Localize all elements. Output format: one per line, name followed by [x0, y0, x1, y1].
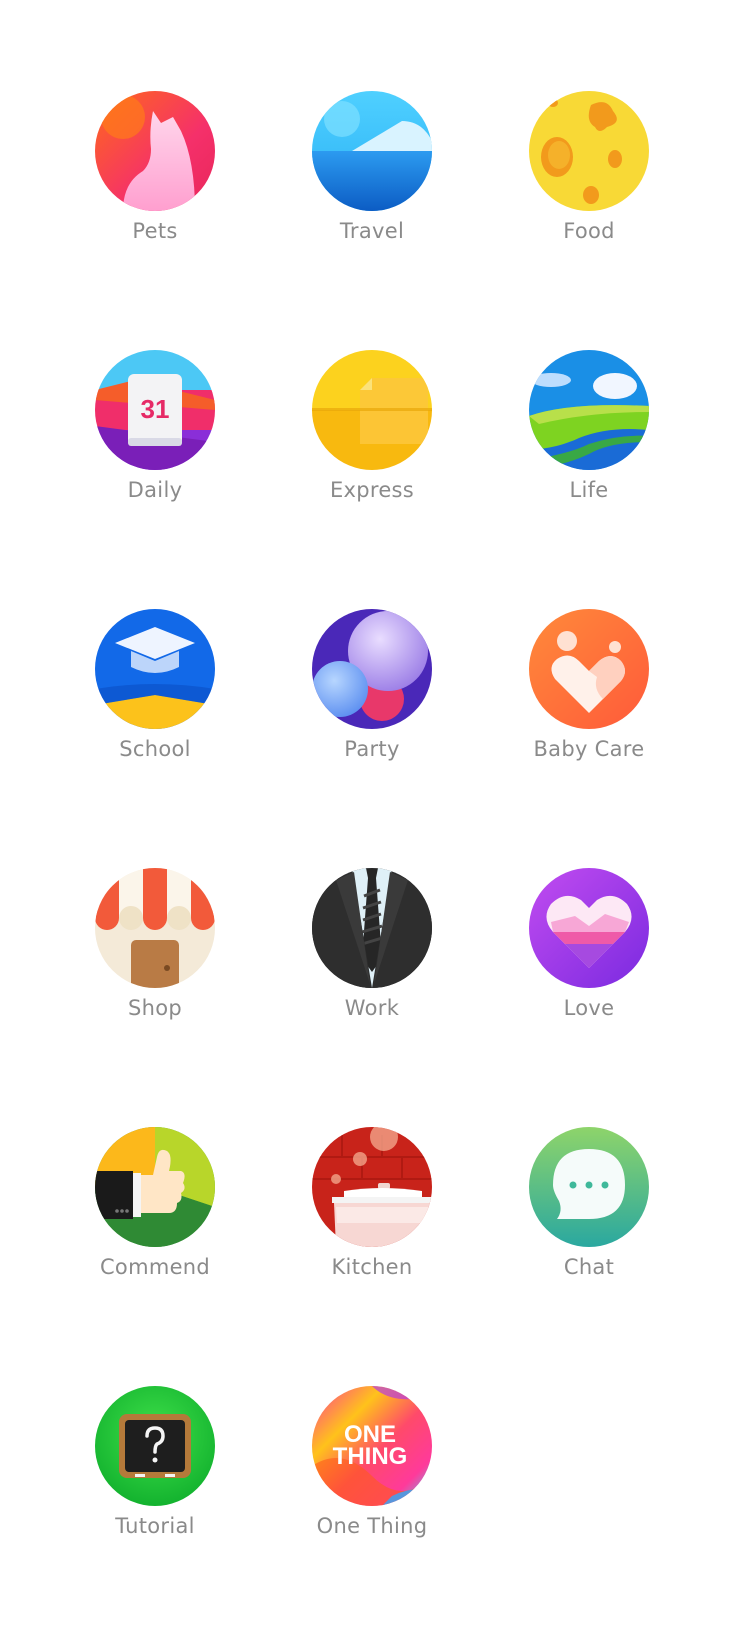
category-label: Baby Care — [533, 737, 645, 761]
one-thing-logo-line2: THING — [333, 1443, 408, 1470]
category-tile-travel[interactable]: Travel — [272, 91, 472, 291]
ocean-icon — [312, 91, 432, 211]
one-thing-logo-icon: ONE THING — [312, 1386, 432, 1506]
thumbs-up-icon — [95, 1127, 215, 1247]
category-label: Express — [329, 478, 415, 502]
category-label: Kitchen — [331, 1255, 413, 1279]
category-label: Chat — [563, 1255, 615, 1279]
graduation-cap-icon — [95, 609, 215, 729]
package-icon — [312, 350, 432, 470]
category-tile-express[interactable]: Express — [272, 350, 472, 550]
category-tile-school[interactable]: School — [55, 609, 255, 809]
category-tile-work[interactable]: Work — [272, 868, 472, 1068]
category-tile-commend[interactable]: Commend — [55, 1127, 255, 1327]
storefront-icon — [95, 868, 215, 988]
calendar-date-text: 31 — [141, 394, 170, 424]
landscape-icon — [529, 350, 649, 470]
category-tile-chat[interactable]: Chat — [489, 1127, 689, 1327]
category-label: Pets — [132, 219, 178, 243]
category-label: Tutorial — [115, 1514, 195, 1538]
category-grid: Pets Travel Food 31 Daily Express Life S… — [0, 0, 744, 1644]
cat-icon — [95, 91, 215, 211]
category-label: One Thing — [316, 1514, 428, 1538]
category-tile-love[interactable]: Love — [489, 868, 689, 1068]
category-tile-life[interactable]: Life — [489, 350, 689, 550]
cheese-icon — [529, 91, 649, 211]
category-label: School — [119, 737, 191, 761]
suit-tie-icon — [312, 868, 432, 988]
category-label: Commend — [99, 1255, 211, 1279]
category-tile-daily[interactable]: 31 Daily — [55, 350, 255, 550]
heart-icon — [529, 868, 649, 988]
category-tile-one-thing[interactable]: ONE THING One Thing — [272, 1386, 472, 1586]
category-tile-kitchen[interactable]: Kitchen — [272, 1127, 472, 1327]
category-label: Party — [344, 737, 400, 761]
chat-bubble-icon — [529, 1127, 649, 1247]
blackboard-question-icon — [95, 1386, 215, 1506]
balloons-icon — [312, 609, 432, 729]
category-tile-baby-care[interactable]: Baby Care — [489, 609, 689, 809]
category-label: Travel — [339, 219, 405, 243]
pot-icon — [312, 1127, 432, 1247]
category-tile-party[interactable]: Party — [272, 609, 472, 809]
category-label: Shop — [127, 996, 183, 1020]
calendar-icon: 31 — [95, 350, 215, 470]
category-tile-tutorial[interactable]: Tutorial — [55, 1386, 255, 1586]
category-label: Daily — [127, 478, 183, 502]
category-label: Life — [569, 478, 609, 502]
heart-hand-icon — [529, 609, 649, 729]
category-label: Work — [344, 996, 400, 1020]
category-tile-shop[interactable]: Shop — [55, 868, 255, 1068]
category-label: Food — [563, 219, 615, 243]
category-tile-pets[interactable]: Pets — [55, 91, 255, 291]
category-tile-food[interactable]: Food — [489, 91, 689, 291]
category-label: Love — [563, 996, 615, 1020]
